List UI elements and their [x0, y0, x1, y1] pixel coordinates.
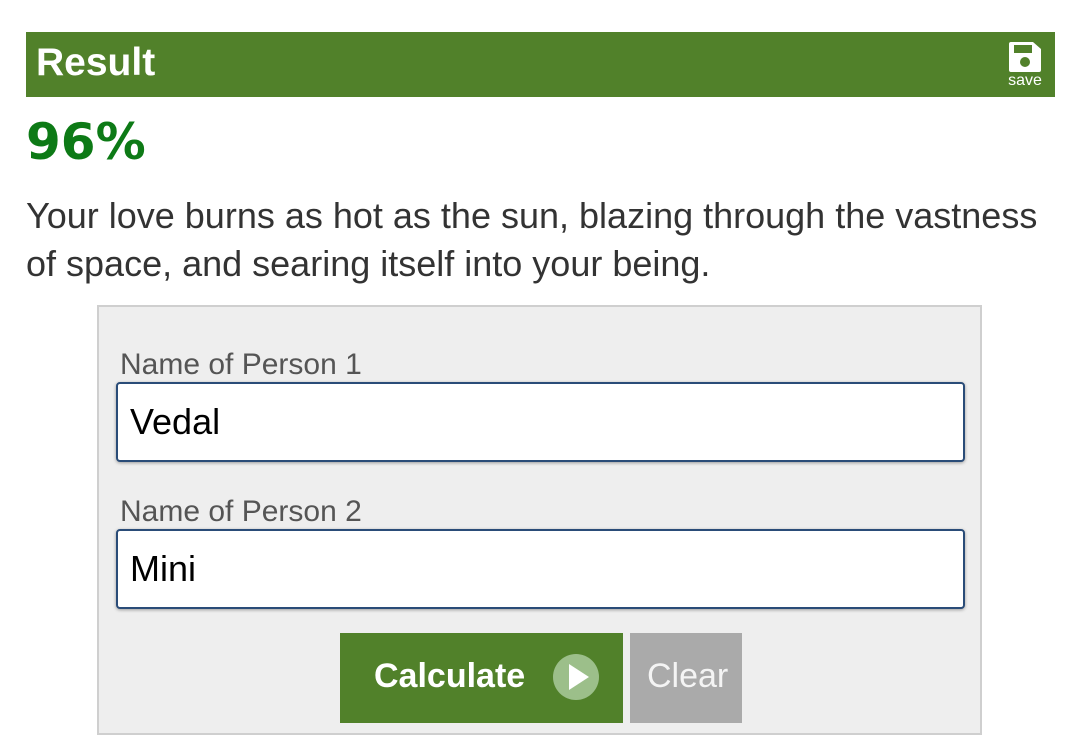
person2-label: Name of Person 2: [120, 495, 362, 528]
clear-label: Clear: [647, 657, 729, 695]
save-label: save: [1008, 72, 1042, 89]
calculator-form: Name of Person 1 Name of Person 2 Calcul…: [97, 305, 982, 735]
calculate-button[interactable]: Calculate: [340, 633, 623, 723]
result-title: Result: [36, 41, 156, 84]
result-header: Result save: [26, 32, 1055, 97]
person1-label: Name of Person 1: [120, 348, 362, 381]
floppy-disk-icon: [1009, 42, 1041, 72]
calculate-label: Calculate: [374, 657, 526, 695]
play-icon: [553, 654, 599, 700]
match-percentage: 96%: [26, 113, 146, 171]
result-message: Your love burns as hot as the sun, blazi…: [26, 195, 1038, 284]
person1-name-input[interactable]: [116, 382, 965, 462]
person2-name-input[interactable]: [116, 529, 965, 609]
clear-button[interactable]: Clear: [630, 633, 742, 723]
save-button[interactable]: save: [1003, 42, 1047, 90]
